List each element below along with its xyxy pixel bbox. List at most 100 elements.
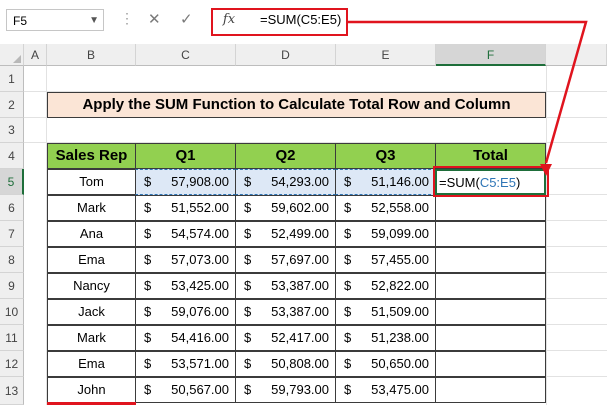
currency-symbol: $: [144, 330, 152, 345]
column-header-b[interactable]: B: [47, 44, 136, 66]
gridline: [546, 298, 607, 299]
currency-symbol: $: [244, 226, 252, 241]
row-header-6[interactable]: 6: [0, 195, 24, 221]
row-header-13[interactable]: 13: [0, 377, 24, 405]
cell-q2[interactable]: $54,293.00: [235, 169, 336, 195]
cell-sales-rep[interactable]: John: [47, 377, 136, 403]
cell-q1[interactable]: $59,076.00: [135, 299, 236, 325]
cell-q1[interactable]: $51,552.00: [135, 195, 236, 221]
row-header-2[interactable]: 2: [0, 92, 24, 118]
cell-sales-rep[interactable]: Nancy: [47, 273, 136, 299]
cell-sales-rep[interactable]: Jack: [47, 299, 136, 325]
row-header-8[interactable]: 8: [0, 247, 24, 273]
column-header-c[interactable]: C: [136, 44, 236, 66]
header-q3[interactable]: Q3: [335, 143, 436, 169]
cell-q3[interactable]: $50,650.00: [335, 351, 436, 377]
separator-dots-icon: ⋮: [120, 10, 134, 26]
currency-symbol: $: [144, 252, 152, 267]
cell-total[interactable]: [435, 273, 546, 299]
cell-total[interactable]: [435, 247, 546, 273]
amount-value: 51,146.00: [371, 174, 429, 189]
check-icon[interactable]: ✓: [180, 10, 193, 28]
cell-q1[interactable]: $50,567.00: [135, 377, 236, 403]
cell-q1[interactable]: $54,416.00: [135, 325, 236, 351]
currency-symbol: $: [144, 200, 152, 215]
cell-q3[interactable]: $51,146.00: [335, 169, 436, 195]
cell-q2[interactable]: $52,499.00: [235, 221, 336, 247]
cell-q3[interactable]: $57,455.00: [335, 247, 436, 273]
header-q1[interactable]: Q1: [135, 143, 236, 169]
sheet-title[interactable]: Apply the SUM Function to Calculate Tota…: [47, 92, 546, 118]
currency-symbol: $: [344, 252, 352, 267]
cell-q2[interactable]: $59,793.00: [235, 377, 336, 403]
cell-q2[interactable]: $50,808.00: [235, 351, 336, 377]
header-q2[interactable]: Q2: [235, 143, 336, 169]
row-header-4[interactable]: 4: [0, 143, 24, 169]
row-header-3[interactable]: 3: [0, 118, 24, 143]
amount-value: 57,073.00: [171, 252, 229, 267]
close-icon[interactable]: ✕: [148, 10, 161, 28]
cell-q1[interactable]: $54,574.00: [135, 221, 236, 247]
cell-q3[interactable]: $59,099.00: [335, 221, 436, 247]
currency-symbol: $: [144, 174, 152, 189]
row-header-11[interactable]: 11: [0, 325, 24, 351]
cell-q1[interactable]: $53,571.00: [135, 351, 236, 377]
currency-symbol: $: [344, 278, 352, 293]
amount-value: 52,417.00: [271, 330, 329, 345]
row-header-5[interactable]: 5: [0, 169, 24, 195]
name-box[interactable]: F5 ▼: [6, 9, 104, 31]
cell-q1[interactable]: $57,073.00: [135, 247, 236, 273]
cell-q3[interactable]: $53,475.00: [335, 377, 436, 403]
currency-symbol: $: [144, 226, 152, 241]
row-header-7[interactable]: 7: [0, 221, 24, 247]
currency-symbol: $: [344, 356, 352, 371]
cell-q2[interactable]: $53,387.00: [235, 273, 336, 299]
cell-q3[interactable]: $52,558.00: [335, 195, 436, 221]
chevron-down-icon[interactable]: ▼: [89, 10, 99, 32]
cell-total[interactable]: [435, 325, 546, 351]
cell-q3[interactable]: $52,822.00: [335, 273, 436, 299]
column-header-blank[interactable]: [546, 44, 607, 66]
row-header-12[interactable]: 12: [0, 351, 24, 377]
amount-value: 59,602.00: [271, 200, 329, 215]
gridline: [546, 220, 607, 221]
header-sales-rep[interactable]: Sales Rep: [47, 143, 136, 169]
column-header-d[interactable]: D: [236, 44, 336, 66]
cell-sales-rep[interactable]: Ema: [47, 351, 136, 377]
column-header-e[interactable]: E: [336, 44, 436, 66]
cell-q2[interactable]: $59,602.00: [235, 195, 336, 221]
cell-sales-rep[interactable]: Ana: [47, 221, 136, 247]
amount-value: 53,387.00: [271, 278, 329, 293]
cell-total[interactable]: [435, 299, 546, 325]
amount-value: 59,076.00: [171, 304, 229, 319]
cell-sales-rep[interactable]: Tom: [47, 169, 136, 195]
column-header-f[interactable]: F: [436, 44, 546, 66]
cell-total[interactable]: [435, 195, 546, 221]
currency-symbol: $: [244, 174, 252, 189]
amount-value: 59,793.00: [271, 382, 329, 397]
cell-q2[interactable]: $53,387.00: [235, 299, 336, 325]
cell-total[interactable]: [435, 221, 546, 247]
currency-symbol: $: [244, 356, 252, 371]
row-header-1[interactable]: 1: [0, 66, 24, 92]
cell-sales-rep[interactable]: Mark: [47, 195, 136, 221]
cell-total[interactable]: [435, 377, 546, 403]
cell-q3[interactable]: $51,509.00: [335, 299, 436, 325]
cell-q1[interactable]: $57,908.00: [135, 169, 236, 195]
row-header-9[interactable]: 9: [0, 273, 24, 299]
cell-callout-box: [433, 166, 549, 197]
cell-total[interactable]: [435, 351, 546, 377]
currency-symbol: $: [144, 356, 152, 371]
column-header-a[interactable]: A: [24, 44, 47, 66]
currency-symbol: $: [344, 200, 352, 215]
cell-q1[interactable]: $53,425.00: [135, 273, 236, 299]
cell-q3[interactable]: $51,238.00: [335, 325, 436, 351]
cell-sales-rep[interactable]: Mark: [47, 325, 136, 351]
gridline: [546, 272, 607, 273]
cell-sales-rep[interactable]: Ema: [47, 247, 136, 273]
row-header-10[interactable]: 10: [0, 299, 24, 325]
cell-q2[interactable]: $52,417.00: [235, 325, 336, 351]
currency-symbol: $: [144, 304, 152, 319]
cell-q2[interactable]: $57,697.00: [235, 247, 336, 273]
select-all-corner[interactable]: [0, 44, 24, 66]
